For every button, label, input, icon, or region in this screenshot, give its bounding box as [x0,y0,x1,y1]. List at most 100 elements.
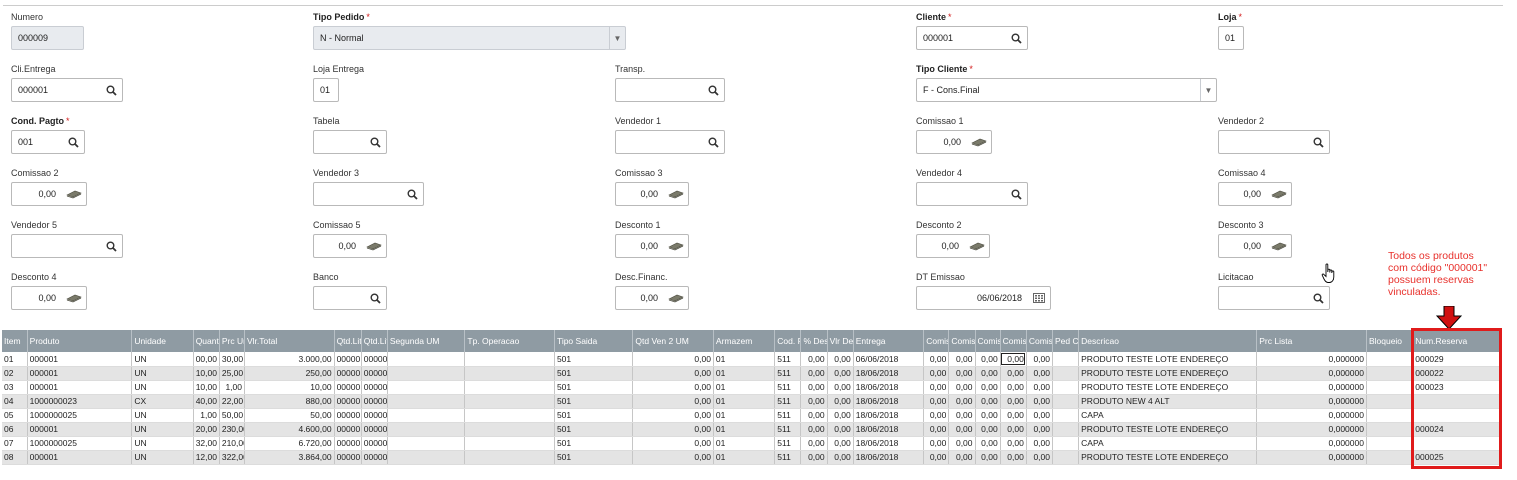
table-row[interactable]: 08000001UN12,00322,003.864,0000000000005… [2,450,1500,465]
table-cell[interactable]: PRODUTO TESTE LOTE ENDEREÇO [1078,352,1258,367]
money-icon[interactable] [965,235,989,257]
table-cell[interactable]: UN [131,436,194,451]
column-header[interactable]: Qtd.Lit [361,330,388,352]
column-header[interactable]: Comis [1000,330,1027,352]
table-cell[interactable] [387,366,466,381]
table-cell[interactable]: 00000 [334,394,362,409]
table-row[interactable]: 05 1000000025 UN 1,00 50,00 50,00 00000 00000 50… [2,408,1500,423]
table-cell[interactable]: 511 [774,422,802,437]
table-cell[interactable]: 0,00 [923,436,950,451]
column-header[interactable]: Armazem [713,330,776,352]
table-cell[interactable]: 0,00 [1026,408,1053,423]
table-cell[interactable]: 00000 [334,352,362,367]
table-cell[interactable]: 0,00 [923,450,950,465]
table-cell[interactable]: 04 [2,394,28,409]
table-cell[interactable]: 0,00 [827,380,854,395]
table-cell[interactable]: 0,00 [827,436,854,451]
table-cell[interactable]: 250,00 [244,366,335,381]
table-cell[interactable]: 1000000025 [27,408,133,423]
search-icon[interactable] [1005,183,1027,205]
column-header[interactable]: Ped Cl [1052,330,1080,352]
table-cell[interactable]: 0,00 [975,380,1001,395]
table-cell[interactable]: 1,00 [219,380,246,395]
table-cell[interactable] [1052,408,1080,423]
table-cell[interactable]: 3.864,00 [244,450,335,465]
table-cell[interactable]: 10,00 [244,380,335,395]
table-cell[interactable]: 08 [2,450,28,465]
table-cell[interactable]: 0,00 [975,408,1001,423]
table-cell[interactable]: UN [131,366,194,381]
table-cell[interactable]: 06 [2,422,28,437]
table-cell[interactable]: 0,00 [800,436,828,451]
comissao-5-input[interactable]: 0,00 [313,234,387,258]
table-cell[interactable]: 0,00 [1000,422,1027,437]
table-cell[interactable] [387,408,466,423]
column-header[interactable]: Tp. Operacao [464,330,555,352]
table-cell[interactable]: 0,00 [1000,436,1027,451]
table-cell[interactable]: 22,00 [219,394,246,409]
table-cell[interactable]: 0,00 [923,422,950,437]
table-cell[interactable]: 0,00 [975,366,1001,381]
table-cell[interactable] [464,352,555,367]
table-cell[interactable]: 30,00 [219,352,246,367]
table-cell[interactable]: 0,00 [948,394,976,409]
table-cell[interactable]: 50,00 [219,408,246,423]
money-icon[interactable] [362,235,386,257]
table-cell[interactable]: 0,00 [1026,366,1053,381]
table-cell[interactable]: 6.720,00 [244,436,335,451]
vendedor-5-input[interactable] [11,234,123,258]
table-cell[interactable] [387,352,466,367]
table-cell[interactable]: UN [131,450,194,465]
table-cell[interactable]: 0,00 [923,366,950,381]
tabela-input[interactable] [313,130,387,154]
desconto-2-input[interactable]: 0,00 [916,234,990,258]
money-icon[interactable] [62,287,86,309]
table-cell[interactable]: 0,00 [827,408,854,423]
table-cell[interactable]: 511 [774,366,802,381]
licitacao-input[interactable] [1218,286,1330,310]
table-cell[interactable] [387,394,466,409]
table-cell[interactable] [387,380,466,395]
table-cell[interactable]: 00000 [361,352,388,367]
desconto-1-input[interactable]: 0,00 [615,234,689,258]
table-cell[interactable] [1366,422,1414,437]
table-cell[interactable]: 0,00 [1000,380,1027,395]
table-cell[interactable]: 000001 [27,366,133,381]
search-icon[interactable] [401,183,423,205]
table-cell[interactable]: 511 [774,352,802,367]
chevron-down-icon[interactable]: ▼ [1200,79,1216,101]
banco-input[interactable] [313,286,387,310]
dt-emissao-input[interactable]: 06/06/2018 [916,286,1051,310]
tipo-cliente-select[interactable]: F - Cons.Final ▼ [916,78,1217,102]
table-cell[interactable]: 511 [774,436,802,451]
table-cell[interactable]: 501 [554,394,634,409]
table-cell[interactable]: 02 [2,366,28,381]
table-cell[interactable]: 0,00 [975,422,1001,437]
table-cell[interactable] [1366,408,1414,423]
desconto-4-input[interactable]: 0,00 [11,286,87,310]
money-icon[interactable] [62,183,86,205]
vendedor-4-input[interactable] [916,182,1028,206]
money-icon[interactable] [664,235,688,257]
table-cell[interactable]: 0,00 [632,366,714,381]
table-cell[interactable]: 01 [713,422,776,437]
table-cell[interactable]: 00000 [361,450,388,465]
table-cell[interactable]: 40,00 [193,394,220,409]
table-cell[interactable]: 0,00 [1000,450,1027,465]
column-header[interactable]: Bloqueio [1366,330,1414,352]
table-cell[interactable]: 0,00 [632,352,714,367]
table-cell[interactable] [1052,436,1080,451]
table-cell[interactable]: 00000 [361,436,388,451]
comissao-4-input[interactable]: 0,00 [1218,182,1292,206]
table-cell[interactable]: 0,00 [1026,422,1053,437]
search-icon[interactable] [702,131,724,153]
table-cell[interactable]: 4.600,00 [244,422,335,437]
search-icon[interactable] [62,131,84,153]
table-cell[interactable]: 01 [713,380,776,395]
table-cell[interactable]: 0,00 [1000,408,1027,423]
table-cell[interactable]: 501 [554,422,634,437]
table-cell[interactable]: 18/06/2018 [853,366,925,381]
table-cell[interactable]: PRODUTO TESTE LOTE ENDEREÇO [1078,366,1258,381]
table-cell[interactable]: 0,00 [632,408,714,423]
table-cell[interactable]: 501 [554,380,634,395]
